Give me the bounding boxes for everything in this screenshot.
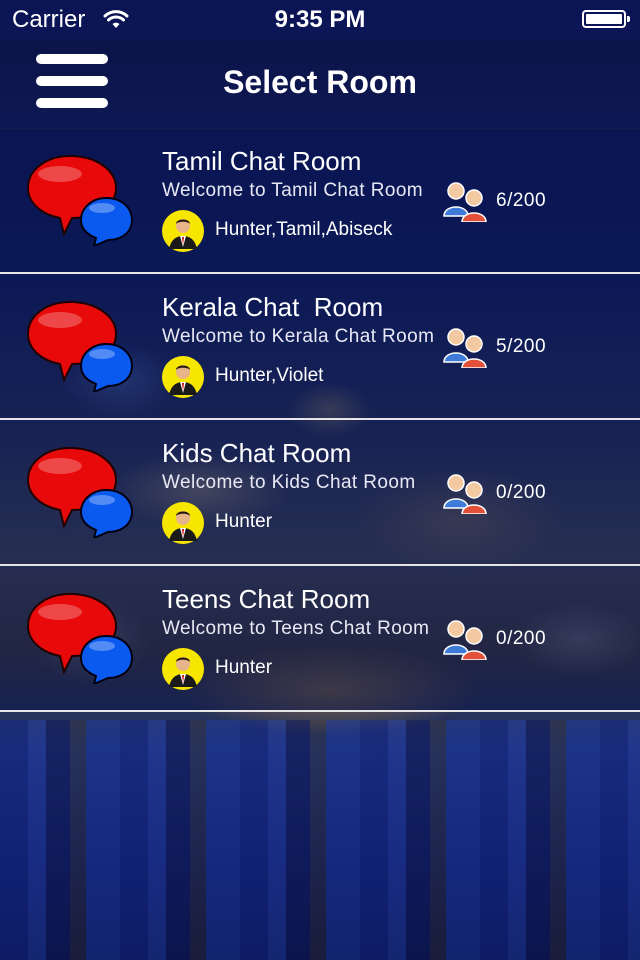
room-users: Hunter xyxy=(215,511,273,532)
user-avatar-icon xyxy=(162,210,204,252)
room-count: 6/200 xyxy=(496,190,547,211)
room-row-kerala[interactable]: Kerala Chat Room Welcome to Kerala Chat … xyxy=(0,274,640,420)
people-icon xyxy=(443,474,487,514)
room-name: Kids Chat Room xyxy=(162,438,352,468)
page-title: Select Room xyxy=(223,64,417,100)
user-avatar-icon xyxy=(162,502,204,544)
people-icon xyxy=(443,620,487,660)
room-welcome: Welcome to Teens Chat Room xyxy=(162,618,430,639)
room-row-teens[interactable]: Teens Chat Room Welcome to Teens Chat Ro… xyxy=(0,566,640,712)
people-icon xyxy=(443,182,487,222)
room-welcome: Welcome to Tamil Chat Room xyxy=(162,180,424,201)
user-avatar-icon xyxy=(162,356,204,398)
room-users: Hunter,Tamil,Abiseck xyxy=(215,219,393,240)
battery-icon xyxy=(582,10,630,28)
room-welcome: Welcome to Kerala Chat Room xyxy=(162,326,435,347)
clock: 9:35 PM xyxy=(274,6,366,33)
room-count: 0/200 xyxy=(496,482,547,503)
chat-bubbles-icon xyxy=(26,300,134,392)
room-count: 5/200 xyxy=(496,336,547,357)
room-row-kids[interactable]: Kids Chat Room Welcome to Kids Chat Room… xyxy=(0,420,640,566)
room-count: 0/200 xyxy=(496,628,547,649)
user-avatar-icon xyxy=(162,648,204,690)
room-name: Kerala Chat Room xyxy=(162,292,384,322)
people-icon xyxy=(443,328,487,368)
room-name: Tamil Chat Room xyxy=(162,146,362,176)
status-bar: Carrier 9:35 PM xyxy=(0,0,640,40)
background-blur xyxy=(0,720,640,960)
nav-bar: Select Room xyxy=(0,40,640,129)
room-row-tamil[interactable]: Tamil Chat Room Welcome to Tamil Chat Ro… xyxy=(0,128,640,274)
chat-bubbles-icon xyxy=(26,154,134,246)
room-users: Hunter xyxy=(215,657,273,678)
room-users: Hunter,Violet xyxy=(215,365,324,386)
room-name: Teens Chat Room xyxy=(162,584,371,614)
chat-bubbles-icon xyxy=(26,446,134,538)
chat-bubbles-icon xyxy=(26,592,134,684)
room-welcome: Welcome to Kids Chat Room xyxy=(162,472,416,493)
room-list: Tamil Chat Room Welcome to Tamil Chat Ro… xyxy=(0,128,640,712)
